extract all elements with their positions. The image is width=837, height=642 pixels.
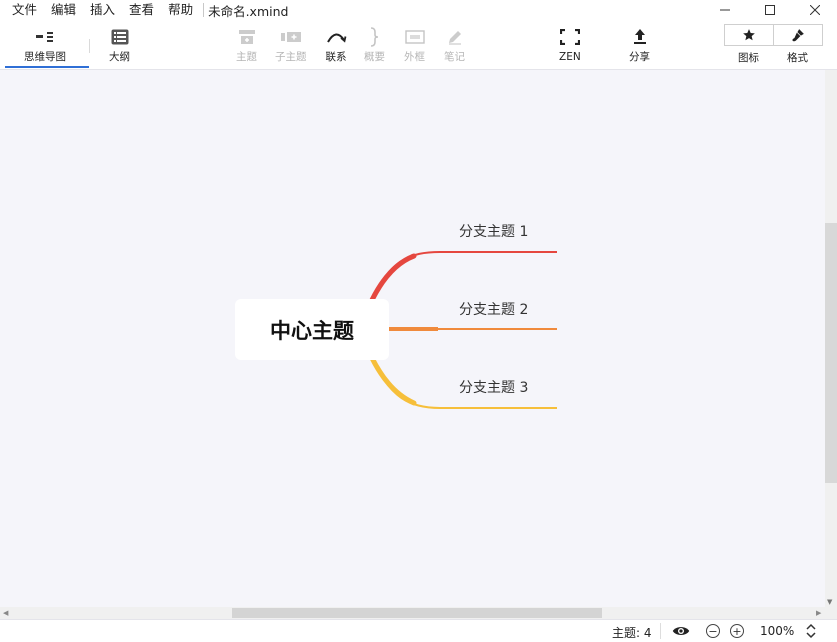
boundary-label: 外框 <box>404 51 425 63</box>
topic-icon <box>238 30 255 44</box>
up-down-chevron-icon <box>806 623 816 639</box>
menu-insert[interactable]: 插入 <box>83 0 122 20</box>
minimize-button[interactable] <box>702 0 747 20</box>
share-label: 分享 <box>629 51 650 63</box>
scroll-left-arrow-icon[interactable]: ◀ <box>3 607 8 619</box>
minimize-icon <box>719 9 730 11</box>
summary-button[interactable]: 概要 <box>364 26 385 64</box>
insert-topic-button[interactable]: 主题 <box>236 26 257 64</box>
boundary-button[interactable]: 外框 <box>404 26 425 64</box>
zen-fullscreen-icon <box>559 29 580 45</box>
zoom-out-button[interactable]: − <box>706 624 720 638</box>
branch-topic-1[interactable]: 分支主题 1 <box>459 221 528 241</box>
icon-panel-label: 图标 <box>738 52 759 64</box>
branch-topic-2[interactable]: 分支主题 2 <box>459 299 528 319</box>
sidebar-toggle-group <box>724 24 823 46</box>
branch-1-connector <box>371 251 557 301</box>
scroll-right-arrow-icon[interactable]: ▶ <box>816 607 821 619</box>
summary-brace-icon <box>370 27 378 47</box>
maximize-icon <box>764 5 775 15</box>
eye-icon <box>672 627 690 635</box>
branch-3-connector-thick <box>369 355 417 406</box>
menu-divider <box>203 3 205 17</box>
branch-1-connector-thick <box>369 253 417 303</box>
format-brush-icon <box>792 29 804 42</box>
show-hide-button[interactable] <box>672 624 690 641</box>
relationship-label: 联系 <box>325 51 347 63</box>
menu-view[interactable]: 查看 <box>122 0 161 20</box>
note-button[interactable]: 笔记 <box>444 26 465 64</box>
insert-subtopic-button[interactable]: 子主题 <box>275 26 307 64</box>
share-button[interactable]: 分享 <box>629 26 650 64</box>
menubar: 文件 编辑 插入 查看 帮助 未命名.xmind <box>0 0 837 20</box>
zen-mode-label: ZEN <box>559 51 581 63</box>
horizontal-scrollbar[interactable]: ◀ ▶ <box>0 607 837 619</box>
close-icon <box>809 5 820 15</box>
scroll-down-arrow-icon[interactable]: ▼ <box>827 598 832 606</box>
topic-count: 主题: 4 <box>612 626 652 640</box>
icon-panel-button[interactable] <box>725 25 773 45</box>
star-icon <box>743 29 755 41</box>
insert-topic-label: 主题 <box>236 51 257 63</box>
menu-help[interactable]: 帮助 <box>161 0 200 20</box>
relationship-button[interactable]: 联系 <box>325 26 347 64</box>
tab-mindmap[interactable]: 思维导图 <box>24 26 66 64</box>
central-topic[interactable]: 中心主题 <box>235 299 389 360</box>
zen-mode-button[interactable]: ZEN <box>559 26 581 64</box>
minus-icon: − <box>708 624 718 638</box>
close-button[interactable] <box>792 0 837 20</box>
toolbar-divider <box>89 39 90 53</box>
menu-file[interactable]: 文件 <box>0 0 44 20</box>
tab-outline-label: 大纲 <box>109 51 130 63</box>
subtopic-icon <box>280 32 301 42</box>
summary-label: 概要 <box>364 51 385 63</box>
branch-connectors <box>369 251 557 409</box>
format-panel-label: 格式 <box>787 52 808 64</box>
tab-mindmap-label: 思维导图 <box>24 51 66 63</box>
tab-outline[interactable]: 大纲 <box>109 26 130 64</box>
zoom-stepper[interactable] <box>805 622 817 642</box>
outline-view-icon <box>111 29 128 45</box>
window-controls <box>702 0 837 20</box>
share-upload-icon <box>633 29 646 44</box>
horizontal-scroll-thumb[interactable] <box>232 608 602 618</box>
zoom-level: 100% <box>760 624 795 638</box>
maximize-button[interactable] <box>747 0 792 20</box>
active-tab-indicator <box>5 66 89 68</box>
vertical-scroll-thumb[interactable] <box>825 223 837 483</box>
plus-icon: + <box>732 624 742 638</box>
insert-subtopic-label: 子主题 <box>275 51 307 63</box>
mindmap-view-icon <box>36 32 53 42</box>
mindmap-canvas[interactable]: 分支主题 1 分支主题 2 分支主题 3 <box>0 70 825 607</box>
note-pencil-icon <box>448 31 461 45</box>
toolbar: 思维导图 大纲 主题 子主题 联系 概要 外框 笔记 ZEN 分享 图标 格式 <box>0 20 837 70</box>
status-divider <box>660 623 661 639</box>
boundary-icon <box>404 30 425 44</box>
vertical-scrollbar[interactable]: ▼ <box>825 70 837 607</box>
relationship-icon <box>327 33 347 43</box>
format-panel-button[interactable] <box>773 25 822 45</box>
branch-topic-3[interactable]: 分支主题 3 <box>459 377 528 397</box>
zoom-in-button[interactable]: + <box>730 624 744 638</box>
menu-edit[interactable]: 编辑 <box>44 0 83 20</box>
status-bar: 主题: 4 − + 100% <box>0 619 837 642</box>
document-title: 未命名.xmind <box>208 3 289 19</box>
note-label: 笔记 <box>444 51 465 63</box>
